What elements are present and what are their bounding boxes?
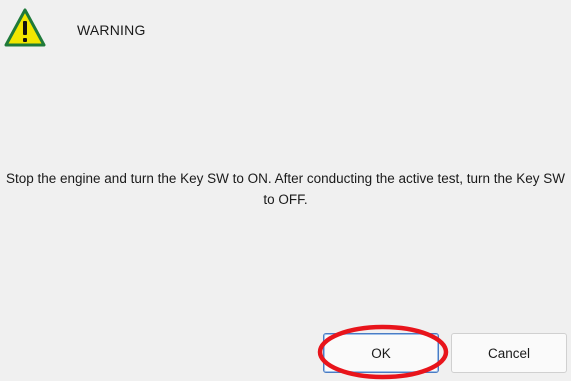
dialog-message: Stop the engine and turn the Key SW to O… [5, 171, 566, 207]
dialog-title: WARNING [77, 22, 146, 38]
cancel-button[interactable]: Cancel [451, 333, 567, 373]
warning-triangle-icon [4, 8, 46, 47]
warning-dialog: WARNING Stop the engine and turn the Key… [0, 0, 571, 381]
ok-button[interactable]: OK [323, 333, 439, 373]
